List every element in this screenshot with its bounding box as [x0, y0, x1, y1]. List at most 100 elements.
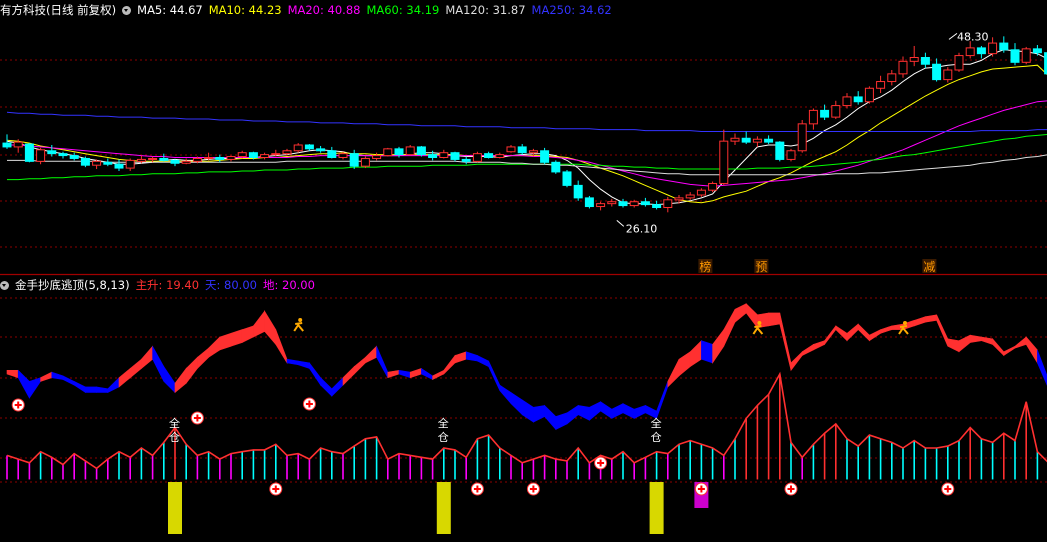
indicator-band-segment	[589, 401, 601, 421]
signal-text: 仓	[438, 430, 449, 444]
candle	[1032, 48, 1042, 54]
indicator-band-segment	[29, 377, 41, 400]
candle	[416, 146, 426, 156]
indicator-band-segment	[387, 369, 400, 379]
indicator-band-segment	[342, 365, 355, 386]
candle	[428, 154, 438, 159]
indicator-band-segment	[734, 303, 747, 323]
candle	[674, 197, 684, 201]
indicator-band-segment	[465, 351, 478, 362]
candle	[988, 42, 998, 55]
candle	[159, 157, 169, 161]
signal-text: 全	[169, 416, 180, 430]
indicator-band-segment	[152, 346, 165, 382]
ma10-line	[6, 64, 1047, 204]
candle	[786, 150, 796, 160]
candle	[36, 149, 46, 162]
indicator-band-segment	[331, 376, 344, 397]
candle	[741, 137, 751, 143]
candle	[696, 189, 706, 196]
full-position-bar	[649, 482, 664, 534]
candle	[808, 109, 818, 125]
indicator-band-segment	[723, 309, 736, 347]
candle	[327, 150, 337, 158]
indicator-band-segment	[992, 338, 1005, 357]
candle	[282, 150, 292, 155]
candle	[976, 47, 986, 55]
indicator-band-segment	[880, 325, 893, 334]
signal-text: 仓	[651, 430, 662, 444]
indicator-band-segment	[622, 403, 635, 419]
candle	[2, 142, 12, 148]
candle	[965, 47, 975, 57]
indicator-band-segment	[253, 310, 265, 338]
indicator-band-segment	[577, 405, 590, 421]
indicator-band-segment	[801, 343, 814, 356]
candle	[652, 204, 662, 209]
candle	[708, 182, 718, 191]
low-pointer	[616, 220, 625, 227]
candle	[360, 157, 370, 167]
event-marker: 减	[923, 260, 935, 274]
candle	[764, 138, 774, 143]
indicator-band-segment	[309, 362, 321, 387]
candle	[540, 150, 550, 163]
candle	[484, 153, 494, 158]
candle	[629, 201, 639, 207]
candle	[271, 153, 281, 156]
candle	[69, 155, 79, 159]
indicator-band-segment	[6, 369, 19, 379]
indicator-band-segment	[936, 314, 949, 347]
indicator-band-segment	[600, 401, 613, 419]
candle	[181, 160, 191, 164]
chart-canvas[interactable]: 48.3026.10榜预减全仓全仓全仓	[0, 0, 1047, 542]
candle	[775, 141, 785, 160]
ma250-line	[6, 111, 1047, 132]
indicator-band-segment	[925, 314, 937, 323]
candle	[125, 159, 135, 169]
candle	[954, 55, 964, 71]
indicator-band-segment	[712, 328, 725, 364]
indicator-band-segment	[197, 347, 209, 370]
candle	[842, 96, 852, 107]
candle	[876, 81, 886, 89]
indicator-band-segment	[477, 355, 489, 368]
indicator-band-segment	[264, 310, 277, 346]
indicator-band-segment	[409, 368, 422, 379]
candle	[506, 146, 516, 153]
candle	[685, 194, 695, 199]
candle	[461, 158, 471, 162]
candle	[304, 144, 314, 150]
candle	[394, 148, 404, 156]
indicator-band-segment	[185, 356, 198, 385]
candle	[730, 137, 740, 142]
indicator-band-segment	[118, 367, 131, 388]
indicator-band-segment	[824, 325, 837, 346]
candle	[114, 163, 124, 169]
indicator-band-segment	[62, 375, 75, 386]
indicator-band-segment	[353, 356, 366, 375]
indicator-band-segment	[85, 386, 97, 393]
indicator-band-segment	[779, 312, 792, 371]
indicator-band-segment	[533, 405, 545, 423]
candle	[663, 199, 673, 209]
candle	[215, 157, 225, 160]
indicator-band-segment	[73, 380, 86, 394]
signal-text: 全	[651, 416, 662, 430]
candle	[316, 148, 326, 152]
candle	[372, 155, 382, 159]
candle	[551, 161, 561, 173]
indicator-band-segment	[174, 367, 187, 394]
candle	[80, 157, 90, 166]
candle	[226, 156, 236, 160]
indicator-band-segment	[510, 391, 523, 416]
candle	[820, 109, 830, 118]
indicator-band-segment	[869, 329, 881, 342]
signal-text: 全	[438, 416, 449, 430]
candle	[136, 158, 146, 162]
candle	[562, 171, 572, 186]
indicator-band-segment	[297, 360, 310, 369]
indicator-band-segment	[1003, 345, 1016, 357]
indicator-band-segment	[443, 354, 456, 375]
candle	[495, 154, 505, 159]
